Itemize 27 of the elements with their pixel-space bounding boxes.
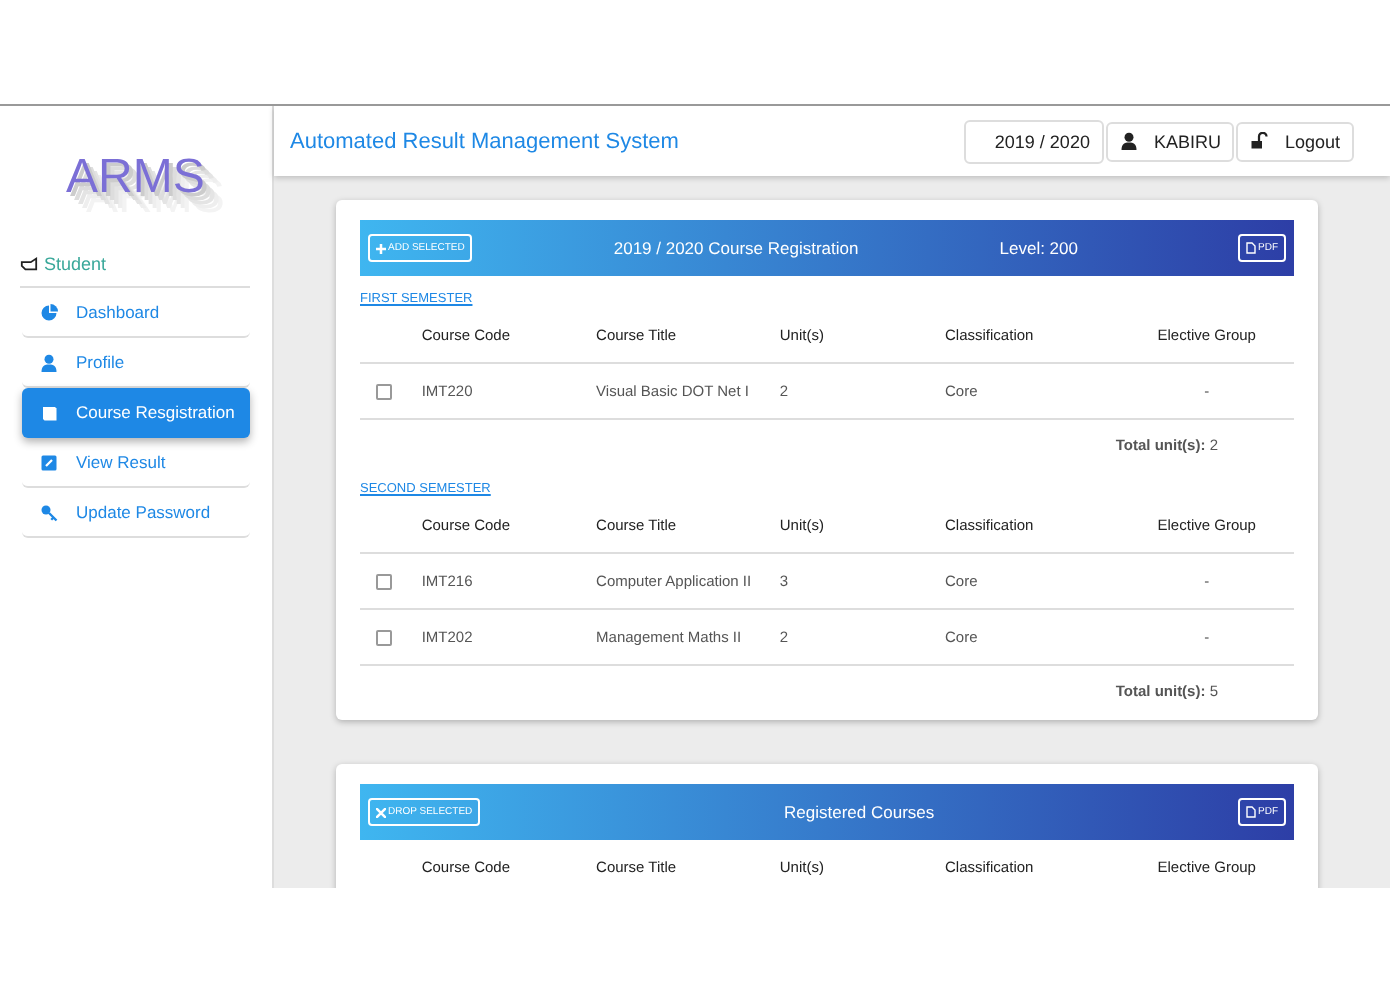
user-icon	[1119, 132, 1138, 150]
logo: ARMS	[66, 150, 207, 208]
plus-icon	[376, 243, 386, 253]
row-checkbox[interactable]	[376, 383, 392, 399]
file-icon	[1246, 806, 1256, 818]
nav-item[interactable]: Course Resgistration	[22, 388, 250, 438]
pie-chart-icon	[40, 303, 58, 321]
row-checkbox[interactable]	[376, 573, 392, 589]
edit-icon	[40, 453, 58, 471]
nav-item[interactable]: Update Password	[22, 488, 250, 538]
user-icon	[40, 353, 58, 371]
app-title: Automated Result Management System	[290, 129, 681, 153]
key-icon	[40, 503, 58, 521]
book-icon	[40, 403, 58, 421]
row-checkbox[interactable]	[376, 629, 392, 645]
session-label: 2019 / 2020	[964, 119, 1104, 163]
user-button[interactable]: KABIRU	[1105, 121, 1235, 161]
unlock-icon	[1250, 132, 1269, 150]
role-label: Student	[44, 254, 107, 274]
logout-button[interactable]: Logout	[1236, 121, 1354, 161]
card-title: Registered Courses	[782, 802, 937, 822]
nav-item[interactable]: View Result	[22, 438, 250, 488]
file-icon	[1246, 242, 1256, 254]
close-icon	[376, 807, 386, 817]
card-title: 2019 / 2020 Course Registration	[611, 238, 861, 258]
nav-item[interactable]: Dashboard	[22, 288, 250, 338]
level-label: Level: 200	[999, 238, 1078, 258]
